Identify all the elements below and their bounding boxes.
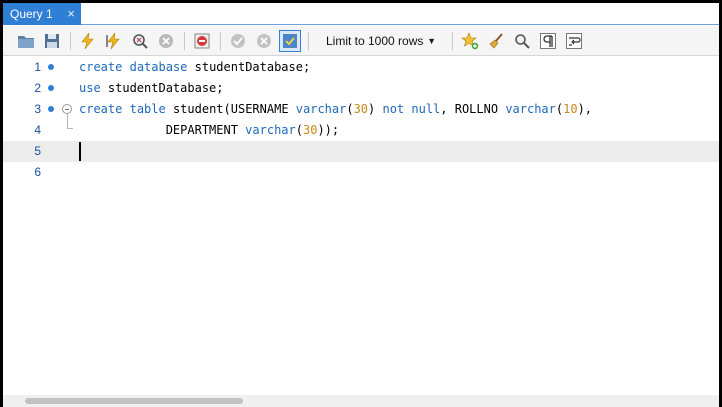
sql-editor-window: Query 1 × Limit to 1000 rows ▼ 1 create …	[0, 0, 722, 407]
query-toolbar: Limit to 1000 rows ▼	[3, 26, 719, 56]
execute-current-icon[interactable]	[103, 30, 125, 52]
beautify-broom-icon[interactable]	[485, 30, 507, 52]
sql-text: ),	[577, 102, 593, 116]
sql-keyword: database	[129, 60, 188, 74]
sql-keyword: use	[79, 81, 101, 95]
fold-toggle-icon[interactable]	[62, 104, 72, 114]
sql-number: 10	[563, 102, 578, 116]
save-icon[interactable]	[41, 30, 63, 52]
code-line[interactable]: 6	[3, 162, 719, 183]
sql-text: (	[346, 102, 354, 116]
tab-strip: Query 1 ×	[3, 3, 719, 25]
sql-keyword: not null	[382, 102, 441, 116]
code-text: create database studentDatabase;	[79, 60, 310, 74]
toolbar-separator	[308, 31, 309, 50]
sql-keyword: create	[79, 60, 123, 74]
line-number: 4	[34, 123, 41, 137]
tab-label: Query 1	[10, 7, 53, 21]
rollback-x-icon[interactable]	[253, 30, 275, 52]
autocommit-toggle-icon[interactable]	[279, 29, 301, 52]
limit-rows-select[interactable]: Limit to 1000 rows ▼	[317, 30, 443, 52]
line-number: 5	[34, 144, 41, 158]
code-line[interactable]: 4 DEPARTMENT varchar(30));	[3, 120, 719, 141]
add-snippet-star-icon[interactable]	[459, 30, 481, 52]
sql-number: 30	[353, 102, 369, 116]
word-wrap-icon[interactable]	[563, 30, 585, 52]
sql-code-editor[interactable]: 1 create database studentDatabase; 2 use st…	[3, 57, 719, 395]
sql-text: student(USERNAME	[165, 102, 296, 116]
line-number: 1	[34, 60, 41, 74]
toggle-error-stop-icon[interactable]	[191, 30, 213, 52]
sql-keyword: table	[129, 102, 166, 116]
tab-query-1[interactable]: Query 1 ×	[3, 3, 81, 25]
sql-keyword: varchar	[505, 102, 556, 116]
code-text: use studentDatabase;	[79, 81, 224, 95]
fold-end-marker	[67, 120, 73, 129]
line-number: 3	[34, 102, 41, 116]
line-number: 2	[34, 81, 41, 95]
explain-magnifier-icon[interactable]	[129, 30, 151, 52]
sql-text: studentDatabase;	[187, 60, 311, 74]
code-text: create table student(USERNAME varchar(30…	[79, 102, 592, 116]
code-line[interactable]: 5	[3, 141, 719, 162]
sql-text: ));	[317, 123, 340, 137]
find-magnifier-icon[interactable]	[511, 30, 533, 52]
sql-text: studentDatabase;	[100, 81, 224, 95]
code-line[interactable]: 3 create table student(USERNAME varchar(3…	[3, 99, 719, 120]
code-text: DEPARTMENT varchar(30));	[79, 123, 339, 137]
sql-keyword: varchar	[245, 123, 296, 137]
toolbar-separator	[220, 31, 221, 50]
statement-marker-icon	[48, 85, 54, 91]
invisible-chars-pilcrow-icon[interactable]	[537, 30, 559, 52]
sql-number: 30	[302, 123, 318, 137]
code-line[interactable]: 2 use studentDatabase;	[3, 78, 719, 99]
chevron-down-icon: ▼	[427, 35, 436, 46]
sql-keyword: create	[79, 102, 123, 116]
open-folder-icon[interactable]	[15, 30, 37, 52]
sql-text: , ROLLNO	[440, 102, 506, 116]
toolbar-separator	[184, 31, 185, 50]
sql-text: (	[295, 123, 303, 137]
statement-marker-icon	[48, 106, 54, 112]
scrollbar-thumb[interactable]	[25, 398, 243, 404]
sql-text: )	[368, 102, 383, 116]
text-cursor	[79, 142, 81, 161]
commit-check-icon[interactable]	[227, 30, 249, 52]
tab-close-icon[interactable]: ×	[67, 6, 75, 21]
toolbar-separator	[452, 31, 453, 50]
horizontal-scrollbar[interactable]	[3, 395, 719, 407]
statement-marker-icon	[48, 64, 54, 70]
sql-text: DEPARTMENT	[79, 123, 246, 137]
sql-keyword: varchar	[295, 102, 347, 116]
limit-rows-value: Limit to 1000 rows	[326, 33, 424, 48]
execute-lightning-icon[interactable]	[77, 30, 99, 52]
toolbar-separator	[70, 31, 71, 50]
code-line[interactable]: 1 create database studentDatabase;	[3, 57, 719, 78]
stop-icon[interactable]	[155, 30, 177, 52]
line-number: 6	[34, 165, 41, 179]
